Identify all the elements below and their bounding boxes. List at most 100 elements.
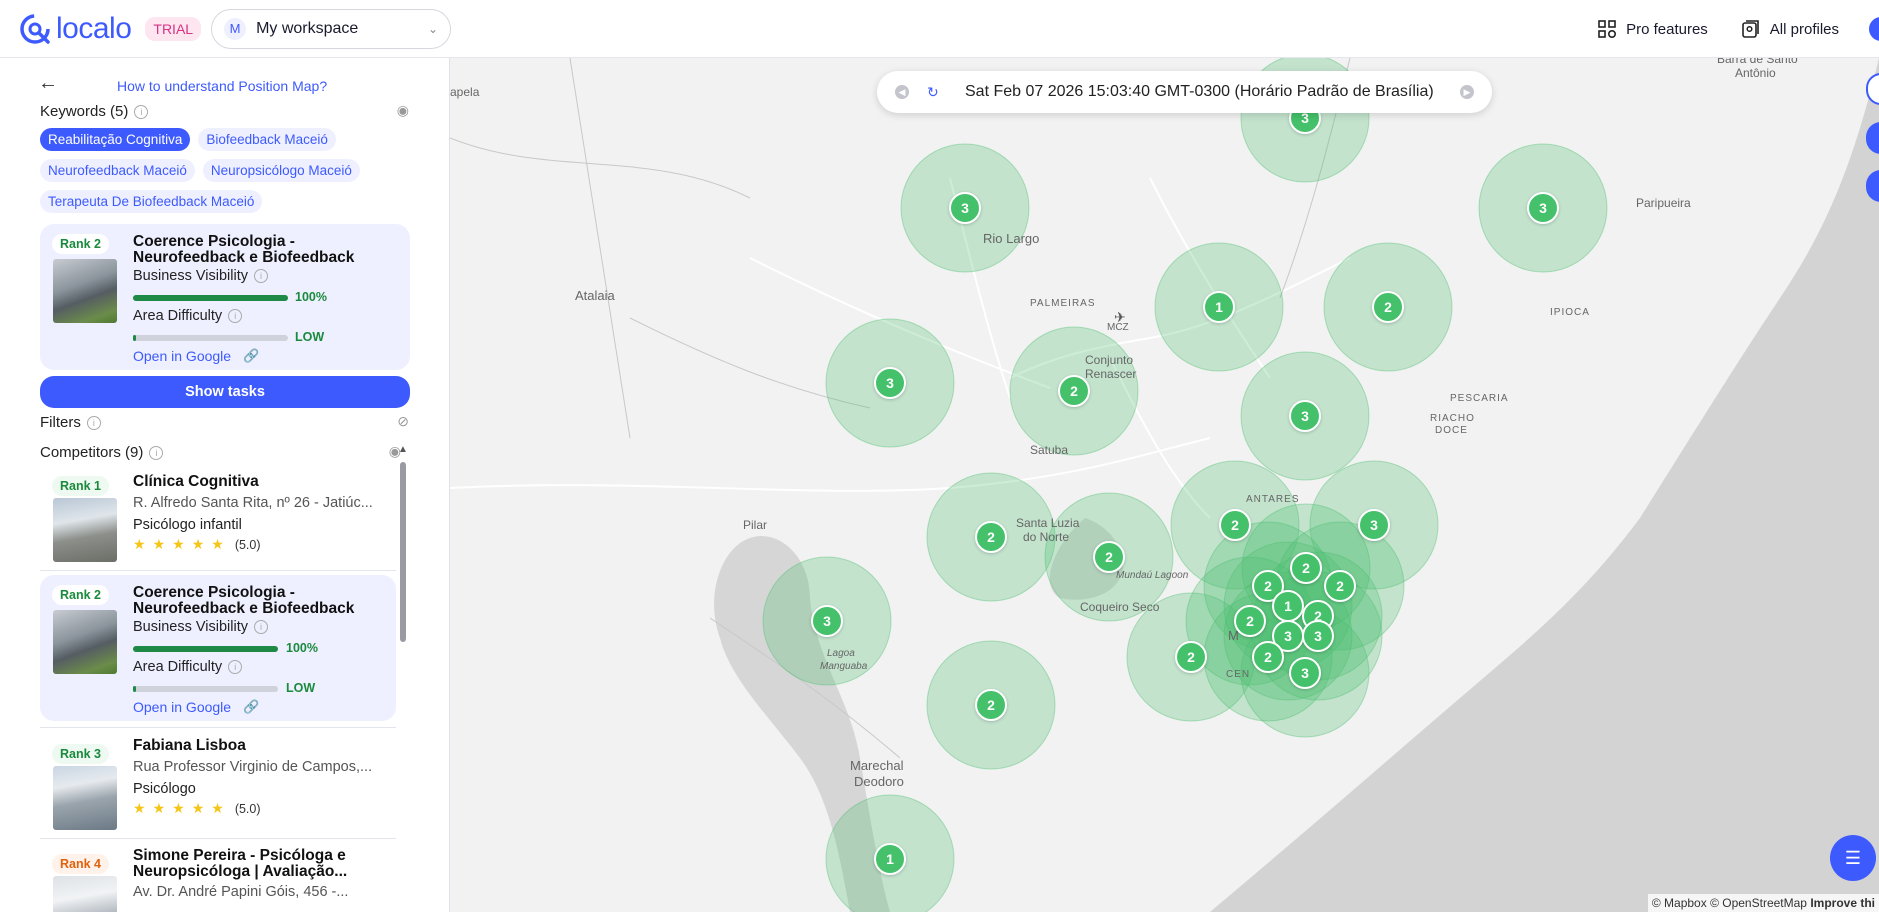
competitor-item[interactable]: Rank 3 Fabiana Lisboa Rua Professor Virg…: [40, 734, 396, 838]
competitor-item[interactable]: Rank 1 Clínica Cognitiva R. Alfredo Sant…: [40, 466, 396, 570]
rank-marker[interactable]: 1: [1203, 291, 1235, 323]
business-name: Coerence Psicologia - Neurofeedback e Bi…: [133, 584, 355, 617]
eye-off-icon[interactable]: ⊘: [397, 413, 409, 430]
rank-marker[interactable]: 2: [975, 689, 1007, 721]
star-icon: ★: [191, 536, 212, 552]
scroll-up-icon[interactable]: ▲: [398, 444, 408, 455]
info-icon[interactable]: i: [134, 104, 149, 119]
business-category: Psicólogo: [133, 781, 196, 797]
open-in-google-label: Open in Google: [133, 699, 232, 715]
rank-marker[interactable]: 3: [1289, 400, 1321, 432]
pro-features-label: Pro features: [1626, 20, 1708, 38]
rank-marker[interactable]: 3: [1302, 620, 1334, 652]
rank-badge: Rank 2: [52, 585, 109, 605]
user-avatar[interactable]: [1869, 17, 1879, 41]
visibility-bar: [133, 646, 278, 652]
rank-marker[interactable]: 3: [811, 605, 843, 637]
business-address: R. Alfredo Santa Rita, nº 26 - Jatiúc...: [133, 495, 373, 511]
divider: [40, 570, 396, 571]
all-profiles-button[interactable]: All profiles: [1741, 20, 1839, 38]
chat-icon[interactable]: ☰: [1830, 835, 1876, 881]
difficulty-bar-fill: [133, 686, 136, 692]
rank-marker[interactable]: 2: [1093, 541, 1125, 573]
open-in-google-link[interactable]: Open in Google 🔗: [133, 699, 259, 715]
osm-attribution[interactable]: © OpenStreetMap: [1710, 896, 1807, 910]
open-in-google-label: Open in Google: [133, 348, 232, 364]
timestamp-text: Sat Feb 07 2026 15:03:40 GMT-0300 (Horár…: [965, 83, 1434, 100]
business-photo: [53, 498, 117, 562]
rank-marker[interactable]: 1: [1272, 590, 1304, 622]
business-name: Coerence Psicologia - Neurofeedback e Bi…: [133, 233, 355, 266]
prev-icon[interactable]: ◀: [895, 85, 909, 99]
rank-badge: Rank 3: [52, 744, 109, 764]
rank-marker[interactable]: 3: [949, 192, 981, 224]
workspace-name: My workspace: [256, 19, 359, 37]
eye-icon[interactable]: ◉: [397, 102, 409, 119]
open-in-google-link[interactable]: Open in Google 🔗: [133, 348, 259, 364]
show-tasks-button[interactable]: Show tasks: [40, 376, 410, 408]
rank-marker[interactable]: 2: [1372, 291, 1404, 323]
rank-marker[interactable]: 2: [1234, 605, 1266, 637]
help-link[interactable]: How to understand Position Map?: [117, 78, 327, 94]
chevron-down-icon: ⌄: [428, 21, 439, 36]
visibility-bar: [133, 295, 288, 301]
back-arrow-icon[interactable]: ←: [38, 72, 58, 95]
rank-marker[interactable]: 2: [975, 521, 1007, 553]
workspace-select[interactable]: M My workspace ⌄: [211, 8, 452, 49]
rank-marker[interactable]: 3: [1527, 192, 1559, 224]
history-icon[interactable]: ↻: [927, 84, 939, 101]
mapbox-attribution[interactable]: © Mapbox: [1652, 896, 1707, 910]
business-photo: [53, 876, 117, 912]
rank-marker[interactable]: 2: [1252, 641, 1284, 673]
keyword-chip[interactable]: Biofeedback Maceió: [198, 128, 336, 151]
rank-marker[interactable]: 3: [874, 367, 906, 399]
markers-layer: 33312323222332212221223323: [450, 58, 1879, 912]
star-icon: ★: [172, 536, 192, 552]
info-icon[interactable]: i: [253, 269, 268, 283]
divider: [40, 727, 396, 728]
info-icon[interactable]: i: [149, 445, 164, 460]
star-icon: ★: [133, 536, 153, 552]
timestamp-bar: ◀ ↻ Sat Feb 07 2026 15:03:40 GMT-0300 (H…: [877, 71, 1492, 113]
difficulty-label: Area Difficulty: [133, 308, 223, 324]
info-icon[interactable]: i: [253, 620, 268, 634]
rank-marker[interactable]: 2: [1219, 509, 1251, 541]
info-icon[interactable]: i: [228, 660, 243, 674]
filters-title: Filters: [40, 414, 81, 431]
difficulty-label: Area Difficulty: [133, 659, 223, 675]
logo[interactable]: localo: [18, 12, 132, 46]
filters-header[interactable]: Filters i: [40, 414, 101, 431]
sidebar: ← How to understand Position Map? Keywor…: [0, 58, 450, 912]
rank-marker[interactable]: 2: [1058, 375, 1090, 407]
rank-marker[interactable]: 3: [1289, 657, 1321, 689]
rank-marker[interactable]: 3: [1358, 509, 1390, 541]
keyword-chip[interactable]: Terapeuta De Biofeedback Maceió: [40, 190, 263, 213]
rank-marker[interactable]: 1: [874, 843, 906, 875]
info-icon[interactable]: i: [228, 309, 243, 323]
star-icon: ★: [211, 536, 231, 552]
visibility-label-row: Business Visibility i: [133, 268, 268, 284]
competitor-item[interactable]: Rank 4 Simone Pereira - Psicóloga e Neur…: [40, 844, 396, 912]
visibility-label-row: Business Visibility i: [133, 619, 268, 635]
map-attribution: © Mapbox © OpenStreetMap Improve thi: [1647, 894, 1879, 912]
rank-marker[interactable]: 2: [1324, 570, 1356, 602]
star-icon: ★: [172, 800, 192, 816]
visibility-value: 100%: [295, 290, 327, 304]
pro-features-button[interactable]: Pro features: [1598, 20, 1708, 38]
rating-value: (5.0): [234, 801, 261, 816]
info-icon[interactable]: i: [86, 415, 101, 430]
rank-marker[interactable]: 2: [1175, 641, 1207, 673]
profiles-icon: [1741, 20, 1759, 38]
keyword-chip[interactable]: Neuropsicólogo Maceió: [202, 159, 360, 182]
keyword-chip[interactable]: Reabilitação Cognitiva: [40, 128, 191, 151]
improve-map-link[interactable]: Improve thi: [1810, 896, 1875, 910]
business-photo: [53, 259, 117, 323]
competitor-item-own[interactable]: Rank 2 Coerence Psicologia - Neurofeedba…: [40, 575, 396, 721]
keyword-chip[interactable]: Neurofeedback Maceió: [40, 159, 195, 182]
trial-badge: TRIAL: [145, 16, 202, 41]
position-map[interactable]: Barra de Santo Antônio Paripueira Rio La…: [450, 58, 1879, 912]
difficulty-bar-fill: [133, 335, 137, 341]
rank-marker[interactable]: 2: [1290, 552, 1322, 584]
difficulty-value: LOW: [286, 681, 316, 695]
next-icon[interactable]: ▶: [1460, 85, 1474, 99]
